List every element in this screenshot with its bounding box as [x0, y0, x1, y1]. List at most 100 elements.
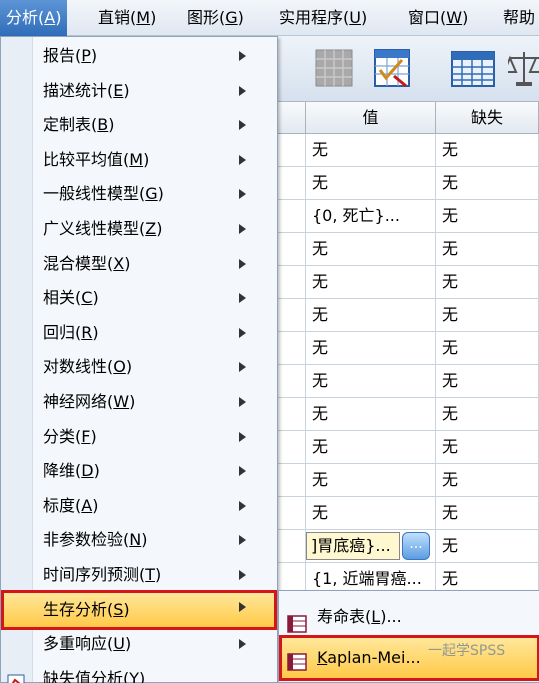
table-cell-missing[interactable]: 无: [436, 530, 539, 562]
table-cell-value[interactable]: 无: [306, 365, 436, 397]
menu-item-reports[interactable]: 报告(P): [1, 39, 277, 73]
menu-item-mixed-models[interactable]: 混合模型(X): [1, 247, 277, 281]
table-cell-prev[interactable]: [278, 398, 306, 430]
table-row: 无无: [278, 233, 539, 266]
table-cell-prev[interactable]: [278, 530, 306, 562]
analyze-menu: 报告(P) 描述统计(E) 定制表(B) 比较平均值(M) 一般线性模型(G) 广义线性模…: [0, 36, 278, 683]
menu-item-forecasting[interactable]: 时间序列预测(T): [1, 558, 277, 592]
table-cell-missing[interactable]: 无: [436, 200, 539, 232]
table-icon[interactable]: [450, 50, 496, 92]
table-cell-missing[interactable]: 无: [436, 398, 539, 430]
table-cell-value[interactable]: 无: [306, 167, 436, 199]
table-cell-value[interactable]: 无: [306, 134, 436, 166]
scale-icon[interactable]: [502, 46, 539, 94]
menu-item-multiple-response[interactable]: 多重响应(U): [1, 627, 277, 661]
menu-help[interactable]: 帮助: [497, 0, 539, 36]
table-cell-missing[interactable]: 无: [436, 497, 539, 529]
table-cell-prev[interactable]: [278, 167, 306, 199]
grid-header-values[interactable]: 值: [306, 102, 436, 134]
table-cell-missing[interactable]: 无: [436, 431, 539, 463]
table-cell-prev[interactable]: [278, 497, 306, 529]
menu-item-label: 生存分析(S): [43, 599, 130, 619]
table-cell-prev[interactable]: [278, 233, 306, 265]
menu-analyze[interactable]: 分析(A): [0, 0, 68, 36]
table-cell-value[interactable]: {0, 死亡}...: [306, 200, 436, 232]
menu-item-nonparametric-tests[interactable]: 非参数检验(N): [1, 523, 277, 557]
menu-item-loglinear[interactable]: 对数线性(O): [1, 350, 277, 384]
table-cell-prev[interactable]: [278, 200, 306, 232]
submenu-arrow-icon: [239, 500, 246, 511]
menu-graphs[interactable]: 图形(G): [181, 0, 250, 36]
menu-item-label: 非参数检验(N): [43, 530, 148, 550]
table-cell-value[interactable]: 无: [306, 431, 436, 463]
select-cases-icon[interactable]: [372, 46, 414, 94]
grid-header-missing[interactable]: 缺失: [436, 102, 539, 134]
value-text: 无: [312, 140, 329, 159]
life-table-icon: [287, 608, 307, 633]
table-cell-missing[interactable]: 无: [436, 134, 539, 166]
value-text: 无: [312, 404, 329, 423]
table-row: 无无: [278, 398, 539, 431]
table-cell-missing[interactable]: 无: [436, 266, 539, 298]
table-row: 无无: [278, 167, 539, 200]
menu-item-correlate[interactable]: 相关(C): [1, 281, 277, 315]
table-cell-value[interactable]: 无: [306, 464, 436, 496]
table-row: 无无: [278, 464, 539, 497]
menu-item-label: 广义线性模型(Z): [43, 219, 163, 238]
menu-item-missing-value-analysis[interactable]: 缺失值分析(Y): [1, 662, 277, 683]
menu-item-general-linear-model[interactable]: 一般线性模型(G): [1, 177, 277, 211]
table-cell-prev[interactable]: [278, 464, 306, 496]
grid-disabled-icon[interactable]: [314, 48, 354, 92]
missing-text: 无: [442, 239, 459, 258]
menu-item-label: 回归(R): [43, 322, 99, 342]
menu-item-survival[interactable]: 生存分析(S): [1, 589, 277, 630]
value-labels-button[interactable]: ...: [402, 532, 430, 560]
table-cell-prev[interactable]: [278, 332, 306, 364]
table-cell-prev[interactable]: [278, 134, 306, 166]
menu-item-compare-means[interactable]: 比较平均值(M): [1, 143, 277, 177]
table-cell-prev[interactable]: [278, 266, 306, 298]
table-cell-value[interactable]: ]胃底癌}......: [306, 530, 436, 562]
missing-text: 无: [442, 437, 459, 456]
table-cell-missing[interactable]: 无: [436, 167, 539, 199]
missing-text: 无: [442, 206, 459, 225]
table-cell-missing[interactable]: 无: [436, 332, 539, 364]
menu-item-dimension-reduction[interactable]: 降维(D): [1, 454, 277, 488]
value-text: 无: [312, 437, 329, 456]
table-cell-prev[interactable]: [278, 431, 306, 463]
menu-item-classify[interactable]: 分类(F): [1, 420, 277, 454]
table-cell-value[interactable]: 无: [306, 332, 436, 364]
table-cell-value[interactable]: 无: [306, 497, 436, 529]
table-cell-missing[interactable]: 无: [436, 299, 539, 331]
table-cell-value[interactable]: 无: [306, 266, 436, 298]
grid-header-prev[interactable]: [278, 102, 306, 134]
menu-item-descriptive-statistics[interactable]: 描述统计(E): [1, 74, 277, 108]
menu-item-neural-networks[interactable]: 神经网络(W): [1, 385, 277, 419]
table-cell-missing[interactable]: 无: [436, 233, 539, 265]
menu-direct-marketing[interactable]: 直销(M): [92, 0, 162, 36]
menu-item-label: 缺失值分析(Y): [43, 668, 146, 683]
menu-item-label: 时间序列预测(T): [43, 565, 162, 584]
table-cell-prev[interactable]: [278, 299, 306, 331]
table-cell-value[interactable]: 无: [306, 299, 436, 331]
table-cell-value[interactable]: 无: [306, 398, 436, 430]
table-cell-missing[interactable]: 无: [436, 365, 539, 397]
missing-value-icon: [7, 670, 25, 683]
menu-utilities[interactable]: 实用程序(U): [273, 0, 373, 36]
value-text: 无: [312, 371, 329, 390]
submenu-arrow-icon: [239, 154, 246, 165]
submenu-item-life-tables[interactable]: 寿命表(L)...: [279, 597, 539, 637]
menu-window[interactable]: 窗口(W): [402, 0, 474, 36]
menu-item-generalized-linear-models[interactable]: 广义线性模型(Z): [1, 212, 277, 246]
table-cell-value[interactable]: 无: [306, 233, 436, 265]
menu-item-scale[interactable]: 标度(A): [1, 489, 277, 523]
missing-text: 无: [442, 173, 459, 192]
table-cell-prev[interactable]: [278, 365, 306, 397]
submenu-arrow-icon: [239, 570, 246, 580]
table-row: 无无: [278, 134, 539, 167]
menu-item-custom-tables[interactable]: 定制表(B): [1, 108, 277, 142]
value-text: 无: [312, 470, 329, 489]
menu-item-regression[interactable]: 回归(R): [1, 316, 277, 350]
table-cell-missing[interactable]: 无: [436, 464, 539, 496]
value-text: 无: [312, 173, 329, 192]
